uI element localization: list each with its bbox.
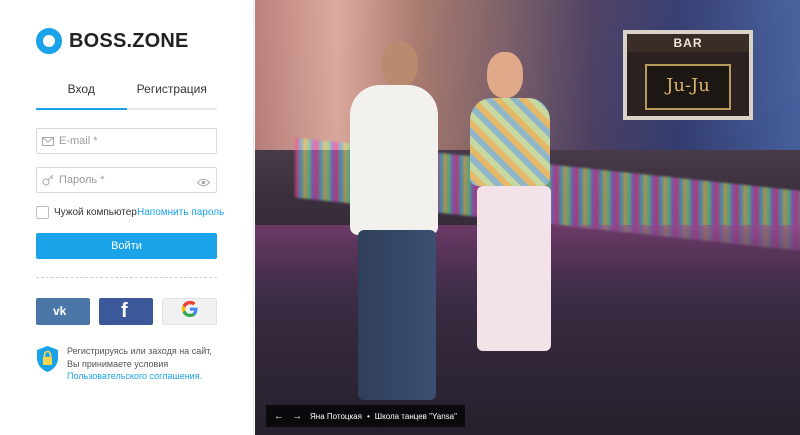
terms-body: Регистрируясь или заходя на сайт, Вы при… [67,346,212,369]
remember-label: Чужой компьютер [54,207,137,218]
photo-caption: ← → Яна Потоцкая • Школа танцев "Yansa" [266,405,465,427]
arrow-right-icon[interactable]: → [292,411,302,422]
envelope-icon [37,136,59,146]
background-photo: BAR Ju-Ju ← → Яна Потоцкая • Школа танце… [255,0,800,435]
tab-register[interactable]: Регистрация [127,76,218,108]
terms-text: Регистрируясь или заходя на сайт, Вы при… [67,345,226,383]
photo-author[interactable]: Яна Потоцкая [310,412,362,421]
vk-login-button[interactable]: vk [36,298,90,325]
shield-lock-icon [36,345,59,373]
photo-woman-top [470,98,550,186]
photo-title[interactable]: Школа танцев "Yansa" [375,412,457,421]
email-input[interactable] [59,135,189,147]
photo-woman-head [487,52,523,98]
logo-ring-icon [36,28,62,54]
auth-panel: BOSS.ZONE Вход Регистрация Чужой компьют… [0,0,254,435]
photo-bar-label: BAR [627,34,749,52]
password-input[interactable] [59,174,189,186]
eye-icon[interactable] [196,174,211,192]
brand-name: BOSS.ZONE [69,29,189,52]
terms-notice: Регистрируясь или заходя на сайт, Вы при… [36,345,226,383]
facebook-login-button[interactable]: f [99,298,153,325]
divider [36,277,217,278]
brand-logo[interactable]: BOSS.ZONE [36,28,189,54]
google-icon [181,300,199,323]
password-field [36,167,217,193]
photo-man-jeans [358,230,436,400]
user-agreement-link[interactable]: Пользовательского соглашения. [67,371,202,381]
forgot-password-link[interactable]: Напомнить пароль [137,207,224,218]
facebook-icon: f [120,299,132,324]
tab-login[interactable]: Вход [36,76,127,110]
remember-checkbox[interactable] [36,206,49,219]
login-button[interactable]: Войти [36,233,217,259]
caption-separator: • [366,411,370,421]
svg-text:f: f [121,300,128,319]
photo-bar-sign: Ju-Ju [645,64,731,110]
remember-checkbox-row[interactable]: Чужой компьютер [36,206,137,219]
google-login-button[interactable] [162,298,217,325]
email-field [36,128,217,154]
svg-text:vk: vk [53,304,67,316]
vk-icon: vk [53,303,73,321]
photo-man-shirt [350,85,438,235]
photo-bar-booth: BAR Ju-Ju [623,30,753,120]
photo-man-head [382,42,418,86]
auth-tabs: Вход Регистрация [36,76,217,110]
arrow-left-icon[interactable]: ← [274,411,284,422]
photo-woman-pants [477,186,551,351]
key-icon [37,174,59,186]
